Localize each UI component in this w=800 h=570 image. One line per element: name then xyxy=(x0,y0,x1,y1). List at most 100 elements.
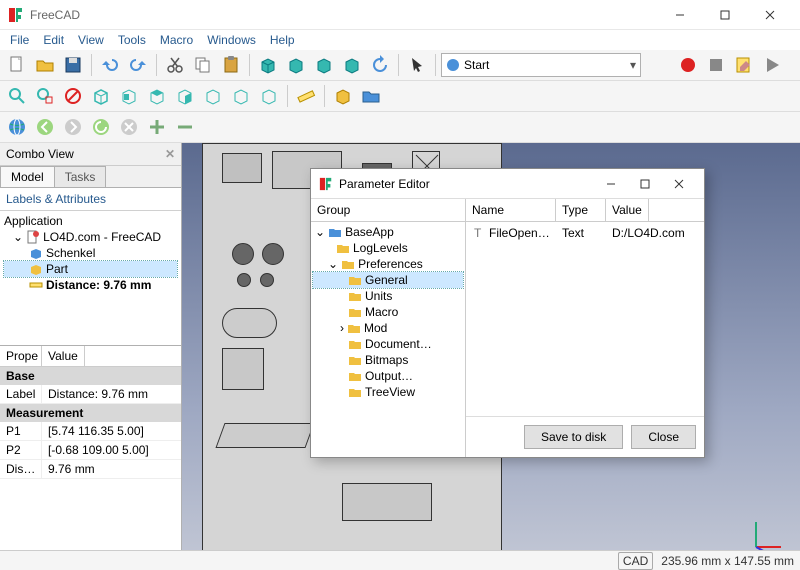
prop-label-val[interactable]: Distance: 9.76 mm xyxy=(42,385,154,403)
tree-preferences[interactable]: Preferences xyxy=(358,257,423,271)
copy-icon[interactable] xyxy=(190,52,216,78)
zoom-in-icon[interactable] xyxy=(144,114,170,140)
bottom-view-icon[interactable] xyxy=(228,83,254,109)
paste-icon[interactable] xyxy=(218,52,244,78)
tree-document[interactable]: Document… xyxy=(365,337,432,351)
dialog-close-button[interactable] xyxy=(662,169,696,198)
macro-edit-icon[interactable] xyxy=(731,52,757,78)
close-window-button[interactable] xyxy=(747,0,792,29)
nav-forward-icon[interactable] xyxy=(60,114,86,140)
measure-icon[interactable] xyxy=(293,83,319,109)
prop-label-key: Label xyxy=(0,385,42,403)
cube-icon-2[interactable] xyxy=(283,52,309,78)
tab-tasks[interactable]: Tasks xyxy=(54,166,107,187)
tab-model[interactable]: Model xyxy=(0,166,55,187)
col-name[interactable]: Name xyxy=(466,199,556,221)
save-to-disk-button[interactable]: Save to disk xyxy=(524,425,623,449)
macro-play-icon[interactable] xyxy=(759,52,785,78)
model-tree[interactable]: Application ⌄LO4D.com - FreeCAD Schenkel… xyxy=(0,211,181,295)
pointer-icon[interactable] xyxy=(404,52,430,78)
undo-icon[interactable] xyxy=(97,52,123,78)
tree-output[interactable]: Output… xyxy=(365,369,413,383)
tree-part[interactable]: Part xyxy=(46,262,68,276)
cube-icon-4[interactable] xyxy=(339,52,365,78)
new-doc-icon[interactable] xyxy=(4,52,30,78)
macro-record-icon[interactable] xyxy=(675,52,701,78)
dialog-group-header[interactable]: Group xyxy=(311,199,465,222)
refresh-icon[interactable] xyxy=(367,52,393,78)
tree-general[interactable]: General xyxy=(365,273,408,287)
app-title: FreeCAD xyxy=(30,8,657,22)
menu-windows[interactable]: Windows xyxy=(201,31,262,49)
col-val[interactable]: Value xyxy=(606,199,649,221)
menu-help[interactable]: Help xyxy=(264,31,301,49)
right-view-icon[interactable] xyxy=(172,83,198,109)
tree-bitmaps[interactable]: Bitmaps xyxy=(365,353,408,367)
nav-back-icon[interactable] xyxy=(32,114,58,140)
menu-view[interactable]: View xyxy=(72,31,110,49)
tree-loglevels[interactable]: LogLevels xyxy=(353,241,408,255)
tree-macro[interactable]: Macro xyxy=(365,305,398,319)
macro-stop-icon[interactable] xyxy=(703,52,729,78)
front-view-icon[interactable] xyxy=(116,83,142,109)
col-type[interactable]: Type xyxy=(556,199,606,221)
zoom-out-icon[interactable] xyxy=(172,114,198,140)
left-view-icon[interactable] xyxy=(256,83,282,109)
param-name[interactable]: FileOpen… xyxy=(489,226,550,240)
cube-icon-3[interactable] xyxy=(311,52,337,78)
prop-p2-val[interactable]: [-0.68 109.00 5.00] xyxy=(42,441,155,459)
rear-view-icon[interactable] xyxy=(200,83,226,109)
part-cube-icon xyxy=(29,246,43,260)
tree-schenkel[interactable]: Schenkel xyxy=(46,246,95,260)
folder-icon[interactable] xyxy=(358,83,384,109)
col-property[interactable]: Prope xyxy=(0,346,42,366)
tree-mod[interactable]: Mod xyxy=(364,321,387,335)
tree-application[interactable]: Application xyxy=(4,214,63,228)
menu-tools[interactable]: Tools xyxy=(112,31,152,49)
combo-title-label: Combo View xyxy=(6,147,74,161)
tree-document[interactable]: LO4D.com - FreeCAD xyxy=(43,230,161,244)
combo-close-icon[interactable]: ✕ xyxy=(165,147,175,161)
maximize-button[interactable] xyxy=(702,0,747,29)
part-icon[interactable] xyxy=(330,83,356,109)
nav-stop-icon[interactable] xyxy=(116,114,142,140)
tree-treeview[interactable]: TreeView xyxy=(365,385,415,399)
cut-icon[interactable] xyxy=(162,52,188,78)
redo-icon[interactable] xyxy=(125,52,151,78)
menu-edit[interactable]: Edit xyxy=(37,31,70,49)
dialog-maximize-button[interactable] xyxy=(628,169,662,198)
toolbar-main: Start ▾ xyxy=(0,50,800,81)
menu-file[interactable]: File xyxy=(4,31,35,49)
zoom-selection-icon[interactable] xyxy=(32,83,58,109)
top-view-icon[interactable] xyxy=(144,83,170,109)
col-value[interactable]: Value xyxy=(42,346,85,366)
close-button[interactable]: Close xyxy=(631,425,696,449)
globe-icon[interactable] xyxy=(4,114,30,140)
zoom-fit-icon[interactable] xyxy=(4,83,30,109)
app-logo-icon xyxy=(8,7,24,23)
param-value[interactable]: D:/LO4D.com xyxy=(606,226,691,240)
prop-p1-key[interactable]: P1 xyxy=(0,422,42,440)
minimize-button[interactable] xyxy=(657,0,702,29)
open-doc-icon[interactable] xyxy=(32,52,58,78)
cube-icon-1[interactable] xyxy=(255,52,281,78)
tree-baseapp[interactable]: BaseApp xyxy=(345,225,394,239)
no-view-icon[interactable] xyxy=(60,83,86,109)
tree-units[interactable]: Units xyxy=(365,289,392,303)
parameter-list[interactable]: TFileOpen… Text D:/LO4D.com xyxy=(466,222,704,416)
nav-reload-icon[interactable] xyxy=(88,114,114,140)
folder-yellow-icon xyxy=(348,305,362,319)
prop-p2-key[interactable]: P2 xyxy=(0,441,42,459)
prop-dist-val[interactable]: 9.76 mm xyxy=(42,460,101,478)
prop-p1-val[interactable]: [5.74 116.35 5.00] xyxy=(42,422,150,440)
nav-style-badge[interactable]: CAD xyxy=(618,552,653,570)
iso-view-icon[interactable] xyxy=(88,83,114,109)
folder-yellow-icon xyxy=(347,321,361,335)
save-doc-icon[interactable] xyxy=(60,52,86,78)
menu-macro[interactable]: Macro xyxy=(154,31,199,49)
folder-yellow-icon xyxy=(348,289,362,303)
dialog-minimize-button[interactable] xyxy=(594,169,628,198)
tree-distance[interactable]: Distance: 9.76 mm xyxy=(46,278,151,292)
workbench-selector[interactable]: Start ▾ xyxy=(441,53,641,77)
parameter-tree[interactable]: ⌄BaseApp LogLevels ⌄Preferences General … xyxy=(311,222,465,457)
